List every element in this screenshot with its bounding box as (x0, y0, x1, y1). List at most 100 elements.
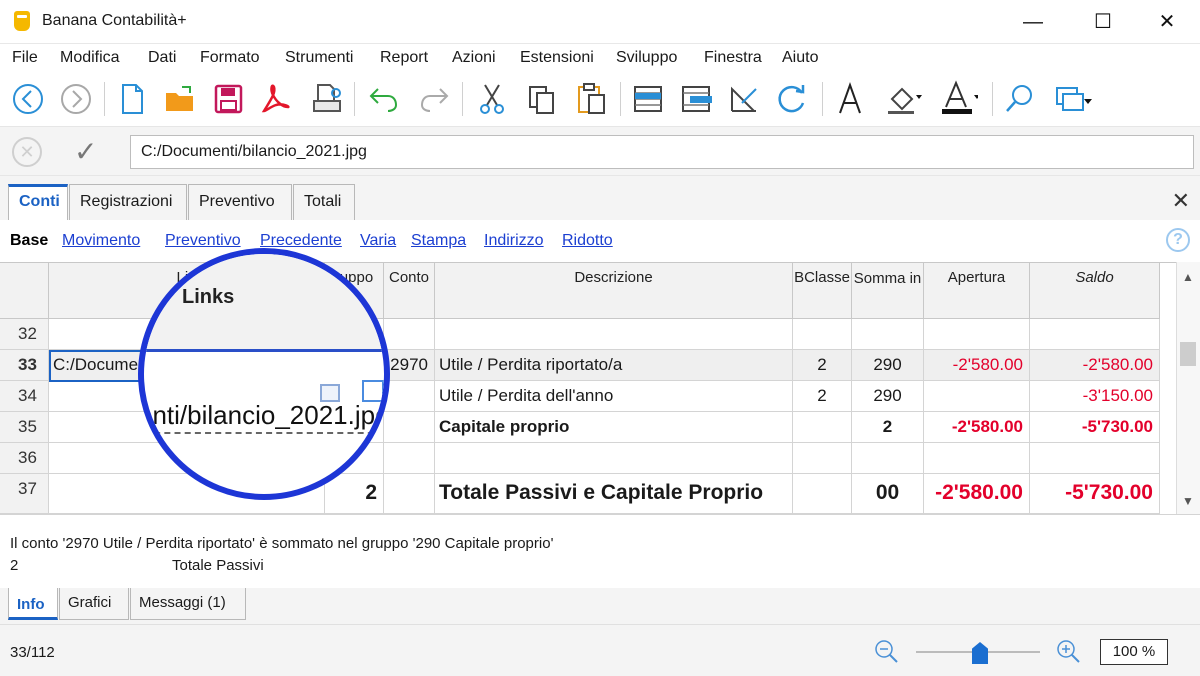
cell-saldo[interactable]: -3'150.00 (1030, 381, 1160, 412)
vertical-scrollbar[interactable]: ▲ ▼ (1176, 262, 1200, 514)
maximize-button[interactable]: ☐ (1080, 4, 1126, 40)
tab-grafici[interactable]: Grafici (59, 588, 129, 620)
move-row-icon[interactable] (676, 79, 716, 119)
close-button[interactable]: ✕ (1144, 4, 1190, 40)
cell-bclasse[interactable] (793, 443, 852, 474)
zoom-level[interactable]: 100 % (1100, 639, 1168, 665)
cell-apertura[interactable]: -2'580.00 (924, 412, 1030, 443)
tab-conti[interactable]: Conti (8, 184, 68, 220)
cell-descrizione[interactable]: Totale Passivi e Capitale Proprio (435, 474, 793, 514)
cell-bclasse[interactable]: 2 (793, 381, 852, 412)
fill-color-icon[interactable] (882, 79, 922, 119)
cell-bclasse[interactable]: 2 (793, 350, 852, 381)
confirm-edit-icon[interactable]: ✓ (74, 137, 108, 167)
zoom-out-icon[interactable] (872, 637, 900, 665)
cell-conto[interactable] (384, 319, 435, 350)
view-preventivo[interactable]: Preventivo (165, 232, 241, 250)
scroll-down-icon[interactable]: ▼ (1182, 494, 1194, 508)
menu-modifica[interactable]: Modifica (60, 49, 120, 67)
menu-finestra[interactable]: Finestra (704, 49, 762, 67)
tab-registrazioni[interactable]: Registrazioni (69, 184, 187, 220)
column-header-somma-in[interactable]: Somma in (852, 263, 924, 319)
view-base[interactable]: Base (10, 232, 48, 250)
cell-gruppo[interactable]: 2 (325, 474, 384, 514)
row-number[interactable]: 33 (0, 350, 49, 381)
cell-apertura[interactable] (924, 443, 1030, 474)
save-icon[interactable] (208, 79, 248, 119)
window-icon[interactable] (1052, 79, 1092, 119)
menu-aiuto[interactable]: Aiuto (782, 49, 818, 67)
row-number[interactable]: 32 (0, 319, 49, 350)
recalculate-icon[interactable] (772, 79, 812, 119)
cell-apertura[interactable]: -2'580.00 (924, 474, 1030, 514)
cell-somma-in[interactable]: 00 (852, 474, 924, 514)
zoom-slider-handle[interactable] (972, 642, 988, 664)
cell-descrizione[interactable]: Capitale proprio (435, 412, 793, 443)
row-number[interactable]: 37 (0, 474, 49, 514)
cell-apertura[interactable] (924, 319, 1030, 350)
help-icon[interactable]: ? (1166, 228, 1190, 252)
menu-azioni[interactable]: Azioni (452, 49, 496, 67)
view-varia[interactable]: Varia (360, 232, 396, 250)
insert-row-icon[interactable] (628, 79, 668, 119)
cell-conto[interactable] (384, 412, 435, 443)
menu-sviluppo[interactable]: Sviluppo (616, 49, 677, 67)
cell-conto[interactable] (384, 381, 435, 412)
cell-somma-in[interactable] (852, 319, 924, 350)
cell-bclasse[interactable] (793, 412, 852, 443)
tab-totali[interactable]: Totali (293, 184, 355, 220)
column-header-bclasse[interactable]: BClasse (793, 263, 852, 319)
cell-saldo[interactable] (1030, 319, 1160, 350)
cell-apertura[interactable]: -2'580.00 (924, 350, 1030, 381)
menu-strumenti[interactable]: Strumenti (285, 49, 353, 67)
minimize-button[interactable]: — (1010, 4, 1056, 40)
cancel-edit-icon[interactable]: ✕ (12, 137, 42, 167)
row-number[interactable]: 35 (0, 412, 49, 443)
cell-content-field[interactable]: C:/Documenti/bilancio_2021.jpg (130, 135, 1194, 169)
cut-icon[interactable] (472, 79, 512, 119)
cell-descrizione[interactable]: Utile / Perdita dell'anno (435, 381, 793, 412)
menu-dati[interactable]: Dati (148, 49, 176, 67)
font-icon[interactable] (830, 79, 870, 119)
menu-estensioni[interactable]: Estensioni (520, 49, 594, 67)
back-icon[interactable] (8, 79, 48, 119)
scroll-thumb[interactable] (1180, 342, 1196, 366)
column-header-apertura[interactable]: Apertura (924, 263, 1030, 319)
cell-saldo[interactable]: -5'730.00 (1030, 474, 1160, 514)
menu-report[interactable]: Report (380, 49, 428, 67)
cell-bclasse[interactable] (793, 319, 852, 350)
tab-messaggi[interactable]: Messaggi (1) (130, 588, 246, 620)
menu-file[interactable]: File (12, 49, 38, 67)
cell-somma-in[interactable]: 290 (852, 381, 924, 412)
column-header-descrizione[interactable]: Descrizione (435, 263, 793, 319)
redo-icon[interactable] (414, 79, 454, 119)
cell-saldo[interactable]: -5'730.00 (1030, 412, 1160, 443)
scroll-up-icon[interactable]: ▲ (1182, 270, 1194, 284)
view-indirizzo[interactable]: Indirizzo (484, 232, 544, 250)
edit-link-icon[interactable] (362, 380, 384, 402)
undo-icon[interactable] (364, 79, 404, 119)
cell-saldo[interactable]: -2'580.00 (1030, 350, 1160, 381)
pdf-icon[interactable] (254, 79, 294, 119)
menu-formato[interactable]: Formato (200, 49, 260, 67)
forward-icon[interactable] (56, 79, 96, 119)
cell-saldo[interactable] (1030, 443, 1160, 474)
cell-descrizione[interactable] (435, 443, 793, 474)
cell-somma-in[interactable] (852, 443, 924, 474)
tab-info[interactable]: Info (8, 588, 58, 620)
cell-conto[interactable]: 2970 (384, 350, 435, 381)
view-ridotto[interactable]: Ridotto (562, 232, 613, 250)
paste-icon[interactable] (572, 79, 612, 119)
cell-apertura[interactable] (924, 381, 1030, 412)
cell-conto[interactable] (384, 474, 435, 514)
view-stampa[interactable]: Stampa (411, 232, 466, 250)
cell-descrizione[interactable] (435, 319, 793, 350)
text-color-icon[interactable] (938, 79, 980, 119)
search-icon[interactable] (1000, 79, 1040, 119)
zoom-in-icon[interactable] (1054, 637, 1082, 665)
column-header-conto[interactable]: Conto (384, 263, 435, 319)
cell-conto[interactable] (384, 443, 435, 474)
edit-row-icon[interactable] (724, 79, 764, 119)
cell-somma-in[interactable]: 2 (852, 412, 924, 443)
close-tab-icon[interactable]: ✕ (1172, 188, 1190, 214)
